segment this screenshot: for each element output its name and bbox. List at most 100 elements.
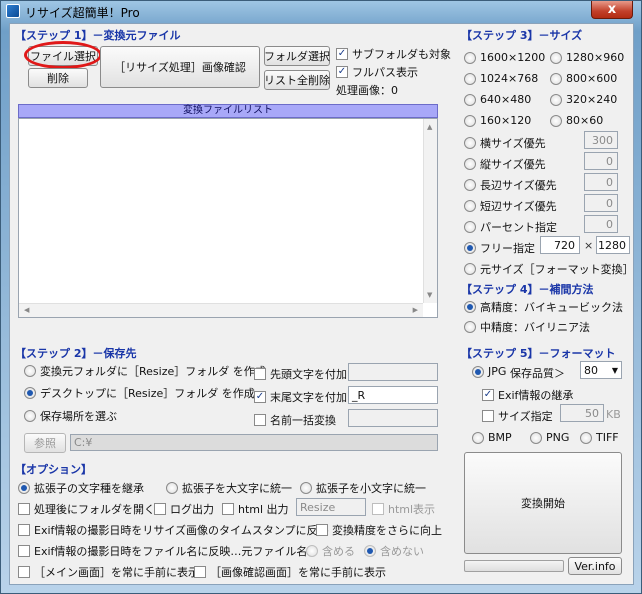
suffix-checkbox[interactable]: ✓ 末尾文字を付加 [254,389,347,405]
width-priority-radio[interactable]: 横サイズ優先 [464,135,546,151]
size-320-radio[interactable]: 320×240 [550,93,617,106]
bmp-radio[interactable]: BMP [472,431,512,444]
save-path-field[interactable]: C:¥ [70,434,438,451]
scroll-up-icon[interactable]: ▲ [427,123,432,131]
original-size-label: 元サイズ［フォーマット変換］ [480,263,634,276]
bicubic-radio[interactable]: 高精度：バイキュービック法 [464,299,623,315]
checkbox-icon [316,524,328,536]
radio-icon [464,72,476,85]
exclude-label: 含めない [380,545,424,558]
dropdown-arrow-icon[interactable]: ▼ [612,366,621,375]
fullpath-checkbox[interactable]: ✓ フルパス表示 [336,64,418,80]
save-desktop-radio[interactable]: デスクトップに［Resize］フォルダ を作成 [24,385,255,401]
main-front-checkbox[interactable]: ［メイン画面］を常に手前に表示 [18,564,199,580]
scroll-left-icon[interactable]: ◀ [24,306,29,314]
height-value-input[interactable]: 0 [584,152,618,170]
size-spec-input[interactable]: 50 [560,404,604,422]
size-80-radio[interactable]: 80×60 [550,114,603,127]
checkbox-icon [372,503,384,515]
radio-selected-icon [24,387,36,399]
horizontal-scrollbar[interactable]: ◀ ▶ [19,303,423,317]
ver-info-button[interactable]: Ver.info [568,557,622,575]
save-choose-radio[interactable]: 保存場所を選ぶ [24,408,117,424]
close-button[interactable]: x [591,1,633,19]
size-800-radio[interactable]: 800×600 [550,72,617,85]
folder-select-button[interactable]: フォルダ選択 [264,46,330,66]
browse-button[interactable]: 参照 [24,433,66,453]
suffix-input[interactable]: _R [348,386,438,404]
file-list[interactable]: ▲ ▼ ◀ ▶ [18,118,438,318]
html-name-input[interactable]: Resize [296,498,366,516]
save-source-radio[interactable]: 変換元フォルダに［Resize］フォルダ を作成 [24,363,266,379]
checkbox-icon [194,566,206,578]
short-priority-radio[interactable]: 短辺サイズ優先 [464,198,557,214]
exclude-radio[interactable]: 含めない [364,543,424,559]
exif-keep-checkbox[interactable]: ✓ Exif情報の継承 [482,387,573,403]
radio-icon [464,158,476,170]
radio-icon [550,114,562,127]
free-width-input[interactable]: 720 [540,236,580,254]
rename-checkbox[interactable]: 名前一括変換 [254,412,336,428]
percent-radio[interactable]: パーセント指定 [464,219,557,235]
html-output-checkbox[interactable]: html 出力 [222,501,289,517]
percent-label: パーセント指定 [480,221,557,234]
height-priority-label: 縦サイズ優先 [480,158,546,171]
open-folder-checkbox[interactable]: 処理後にフォルダを開く [18,501,155,517]
include-radio[interactable]: 含める [306,543,355,559]
window-title: リサイズ超簡単！Pro [25,6,140,20]
long-value-input[interactable]: 0 [584,173,618,191]
tiff-radio[interactable]: TIFF [580,431,619,444]
exif-filename-checkbox[interactable]: Exif情報の撮影日時をファイル名に反映…元ファイル名： [18,543,318,559]
precision-checkbox[interactable]: 変換精度をさらに向上 [316,522,442,538]
scroll-right-icon[interactable]: ▶ [413,306,418,314]
ext-lower-radio[interactable]: 拡張子を小文字に統一 [300,480,426,496]
percent-value-input[interactable]: 0 [584,215,618,233]
list-clear-button[interactable]: リスト全削除 [264,70,330,90]
quality-select[interactable]: 80 ▼ [580,361,622,379]
size-1024-radio[interactable]: 1024×768 [464,72,538,85]
size-80-label: 80×60 [566,114,604,127]
bilinear-radio[interactable]: 中精度：バイリニア法 [464,319,590,335]
convert-start-button[interactable]: 変換開始 [464,452,622,554]
client-area: 【ステップ 1】－変換元ファイル ファイル選択 削除 ［リサイズ処理］画像確認 … [9,23,634,585]
confirm-front-checkbox[interactable]: ［画像確認画面］を常に手前に表示 [194,564,386,580]
processed-count: 処理画像：0 [336,84,398,97]
height-priority-radio[interactable]: 縦サイズ優先 [464,156,546,172]
check-icon: ✓ [482,389,494,401]
radio-icon [550,93,562,106]
ext-upper-radio[interactable]: 拡張子を大文字に統一 [166,480,292,496]
subfolder-checkbox[interactable]: ✓ サブフォルダも対象 [336,46,451,62]
log-checkbox[interactable]: ログ出力 [154,501,214,517]
ext-keep-radio[interactable]: 拡張子の文字種を継承 [18,480,144,496]
jpg-radio[interactable]: JPG [472,365,506,378]
resize-confirm-button[interactable]: ［リサイズ処理］画像確認 [100,46,260,88]
progress-bar [464,560,564,572]
precision-label: 変換精度をさらに向上 [332,524,442,537]
png-radio[interactable]: PNG [530,431,569,444]
free-size-radio[interactable]: フリー指定 [464,240,535,256]
confirm-front-label: ［画像確認画面］を常に手前に表示 [210,566,386,579]
vertical-scrollbar[interactable]: ▲ ▼ [423,119,437,303]
radio-selected-icon [18,482,30,494]
scroll-down-icon[interactable]: ▼ [427,291,432,299]
size-160-radio[interactable]: 160×120 [464,114,531,127]
ext-keep-label: 拡張子の文字種を継承 [34,482,144,495]
short-value-input[interactable]: 0 [584,194,618,212]
long-priority-radio[interactable]: 長辺サイズ優先 [464,177,557,193]
size-640-radio[interactable]: 640×480 [464,93,531,106]
delete-button[interactable]: 削除 [28,68,88,88]
size-1280-radio[interactable]: 1280×960 [550,51,624,64]
exif-timestamp-checkbox[interactable]: Exif情報の撮影日時をリサイズ画像のタイムスタンプに反映 [18,522,329,538]
rename-input[interactable] [348,409,438,427]
original-size-radio[interactable]: 元サイズ［フォーマット変換］ [464,261,634,277]
width-value-input[interactable]: 300 [584,131,618,149]
save-choose-label: 保存場所を選ぶ [40,410,117,423]
free-height-input[interactable]: 1280 [596,236,630,254]
prefix-input[interactable] [348,363,438,381]
size-1600-radio[interactable]: 1600×1200 [464,51,545,64]
radio-icon [464,137,476,149]
html-output-label: html 出力 [238,503,289,516]
html-show-checkbox[interactable]: html表示 [372,501,435,517]
prefix-checkbox[interactable]: 先頭文字を付加 [254,366,347,382]
size-spec-checkbox[interactable]: サイズ指定 [482,408,553,424]
